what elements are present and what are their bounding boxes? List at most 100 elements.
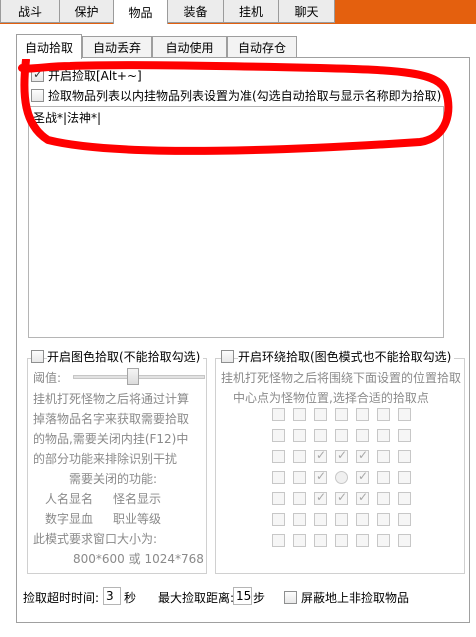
tab-equipment[interactable]: 装备	[167, 0, 224, 23]
grid-cell-checkbox[interactable]	[377, 408, 390, 421]
enable-pickup-checkbox[interactable]	[31, 67, 44, 82]
grid-cell-checkbox[interactable]	[314, 448, 327, 463]
grid-cell-checkbox[interactable]	[377, 471, 390, 484]
grid-cell-checkbox[interactable]	[377, 450, 390, 463]
color-pickup-title: 开启图色拾取(不能拾取勾选)	[47, 348, 204, 365]
distance-unit: 步	[253, 591, 266, 605]
threshold-slider-thumb[interactable]	[127, 368, 139, 385]
grid-cell-checkbox[interactable]	[293, 513, 306, 526]
grid-cell-checkbox[interactable]	[377, 492, 390, 505]
grid-cell-checkbox[interactable]	[314, 490, 327, 505]
feature-label: 人名显名	[45, 492, 94, 506]
tab-auto-storage[interactable]: 自动存仓	[227, 36, 297, 58]
grid-cell-checkbox[interactable]	[377, 513, 390, 526]
ring-pickup-title: 开启环绕拾取(图色模式也不能拾取勾选)	[238, 348, 455, 365]
grid-center-point	[335, 471, 348, 484]
grid-cell-checkbox[interactable]	[335, 429, 348, 442]
tab-afk[interactable]: 挂机	[223, 0, 279, 23]
pickup-list-text: 圣战*|法神*|	[33, 111, 102, 125]
grid-cell-checkbox[interactable]	[293, 408, 306, 421]
grid-cell-checkbox[interactable]	[356, 534, 369, 547]
pickup-list-textarea[interactable]: 圣战*|法神*|	[28, 106, 444, 338]
tab-label: 自动存仓	[237, 40, 286, 55]
grid-cell-checkbox[interactable]	[293, 450, 306, 463]
grid-cell-checkbox[interactable]	[272, 450, 285, 463]
color-pickup-checkbox[interactable]	[31, 350, 44, 363]
color-desc-line: 的物品,需要关闭内挂(F12)中	[33, 432, 189, 446]
grid-cell-checkbox[interactable]	[335, 448, 348, 463]
enable-pickup-label: 开启捡取[Alt+~]	[48, 69, 142, 83]
grid-cell-checkbox[interactable]	[272, 471, 285, 484]
grid-cell-checkbox[interactable]	[272, 534, 285, 547]
color-desc-line: 掉落物品名字来获取需要拾取	[33, 412, 190, 426]
grid-cell-checkbox[interactable]	[398, 513, 411, 526]
distance-value: 15	[236, 589, 252, 603]
tab-auto-use[interactable]: 自动使用	[152, 36, 227, 58]
grid-cell-checkbox[interactable]	[314, 469, 327, 484]
timeout-label: 捡取超时时间:	[23, 591, 100, 605]
distance-input[interactable]: 15	[233, 587, 252, 605]
distance-label: 最大捡取距离:	[158, 591, 235, 605]
grid-cell-checkbox[interactable]	[398, 471, 411, 484]
grid-cell-checkbox[interactable]	[335, 534, 348, 547]
tab-label: 自动使用	[165, 40, 214, 55]
tab-label: 聊天	[294, 4, 319, 19]
grid-cell-checkbox[interactable]	[398, 408, 411, 421]
feature-label: 职业等级	[113, 512, 162, 526]
color-desc-line: 挂机打死怪物之后将通过计算	[33, 392, 190, 406]
grid-cell-checkbox[interactable]	[335, 490, 348, 505]
grid-cell-checkbox[interactable]	[398, 492, 411, 505]
timeout-input[interactable]: 3	[103, 587, 121, 605]
tab-combat[interactable]: 战斗	[0, 0, 60, 23]
grid-cell-checkbox[interactable]	[272, 492, 285, 505]
grid-cell-checkbox[interactable]	[335, 408, 348, 421]
threshold-slider-track[interactable]	[73, 375, 205, 379]
grid-cell-checkbox[interactable]	[314, 408, 327, 421]
grid-cell-checkbox[interactable]	[398, 450, 411, 463]
grid-cell-checkbox[interactable]	[293, 471, 306, 484]
grid-cell-checkbox[interactable]	[356, 429, 369, 442]
grid-cell-checkbox[interactable]	[377, 534, 390, 547]
hide-nonpickup-label: 屏蔽地上非捡取物品	[301, 591, 410, 605]
grid-cell-checkbox[interactable]	[356, 490, 369, 505]
list-option-checkbox[interactable]	[31, 89, 44, 102]
tab-items[interactable]: 物品	[113, 0, 168, 24]
grid-cell-checkbox[interactable]	[377, 429, 390, 442]
tab-label: 保护	[74, 4, 99, 19]
need-close-label: 需要关闭的功能:	[69, 472, 158, 486]
grid-cell-checkbox[interactable]	[272, 429, 285, 442]
threshold-label: 阈值:	[33, 371, 62, 385]
grid-cell-checkbox[interactable]	[356, 448, 369, 463]
grid-cell-checkbox[interactable]	[293, 534, 306, 547]
grid-cell-checkbox[interactable]	[272, 513, 285, 526]
grid-cell-checkbox[interactable]	[356, 513, 369, 526]
tab-chat[interactable]: 聊天	[278, 0, 335, 23]
grid-cell-checkbox[interactable]	[356, 469, 369, 484]
timeout-unit: 秒	[124, 591, 137, 605]
grid-cell-checkbox[interactable]	[272, 408, 285, 421]
tab-label: 挂机	[238, 4, 263, 19]
tab-auto-pickup[interactable]: 自动拾取	[16, 34, 82, 59]
grid-cell-checkbox[interactable]	[293, 492, 306, 505]
feature-label: 数字显血	[45, 512, 94, 526]
tab-label: 自动拾取	[24, 40, 73, 55]
hide-nonpickup-checkbox[interactable]	[284, 591, 297, 604]
ring-pickup-checkbox[interactable]	[221, 350, 234, 363]
tab-label: 装备	[183, 4, 208, 19]
tab-label: 物品	[128, 5, 153, 20]
grid-cell-checkbox[interactable]	[398, 429, 411, 442]
grid-cell-checkbox[interactable]	[314, 513, 327, 526]
window-req-label: 此模式要求窗口大小为:	[33, 532, 158, 546]
tab-protect[interactable]: 保护	[59, 0, 114, 23]
grid-cell-checkbox[interactable]	[314, 429, 327, 442]
tab-label: 战斗	[17, 4, 42, 19]
grid-cell-checkbox[interactable]	[314, 534, 327, 547]
grid-cell-checkbox[interactable]	[335, 513, 348, 526]
tab-auto-discard[interactable]: 自动丢弃	[82, 36, 152, 58]
grid-cell-checkbox[interactable]	[293, 429, 306, 442]
grid-cell-checkbox[interactable]	[356, 408, 369, 421]
feature-label: 怪名显示	[113, 492, 162, 506]
grid-cell-checkbox[interactable]	[398, 534, 411, 547]
window-sizes-label: 800*600 或 1024*768	[73, 552, 204, 566]
ring-desc-line: 中心点为怪物位置,选择合适的拾取点	[233, 391, 429, 405]
